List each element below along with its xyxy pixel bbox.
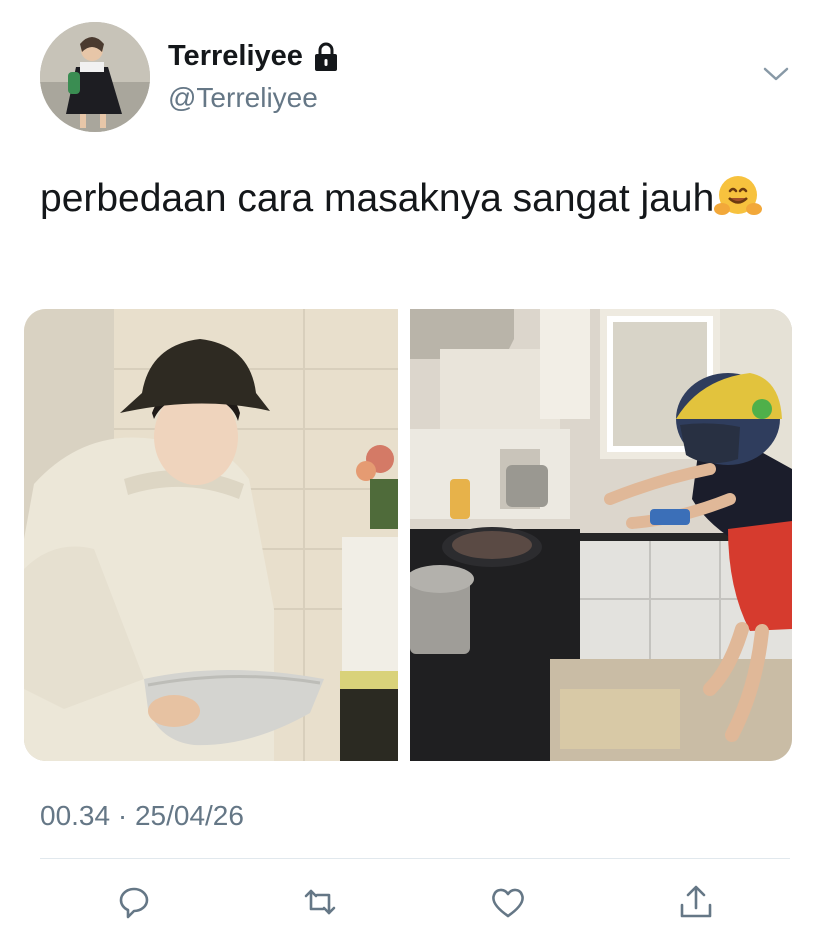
photo-person-cooking-helmet[interactable] xyxy=(410,309,792,761)
avatar[interactable] xyxy=(40,22,150,132)
author-name[interactable]: Terreliyee xyxy=(168,40,340,73)
photo-person-cooking-calm[interactable] xyxy=(24,309,398,761)
retweet-button[interactable] xyxy=(298,880,342,924)
like-icon xyxy=(492,888,524,918)
reply-icon xyxy=(119,887,149,919)
like-button[interactable] xyxy=(486,880,530,924)
share-icon xyxy=(680,885,712,918)
chevron-down-icon[interactable] xyxy=(762,64,790,84)
tweet-timestamp[interactable]: 00.34 · 25/04/26 xyxy=(40,800,244,832)
share-button[interactable] xyxy=(674,880,718,924)
tweet-body: perbedaan cara masaknya sangat jauh xyxy=(40,177,715,220)
media-grid[interactable] xyxy=(24,309,792,761)
reply-button[interactable] xyxy=(112,880,156,924)
lock-icon xyxy=(314,42,337,71)
divider xyxy=(40,858,790,859)
display-name: Terreliyee xyxy=(168,40,303,72)
author-handle[interactable]: @Terreliyee xyxy=(168,82,318,114)
retweet-icon xyxy=(304,889,336,915)
avatar-image xyxy=(40,22,150,132)
tweet-text: perbedaan cara masaknya sangat jauh xyxy=(40,172,780,226)
hugging-face-emoji xyxy=(714,176,763,215)
